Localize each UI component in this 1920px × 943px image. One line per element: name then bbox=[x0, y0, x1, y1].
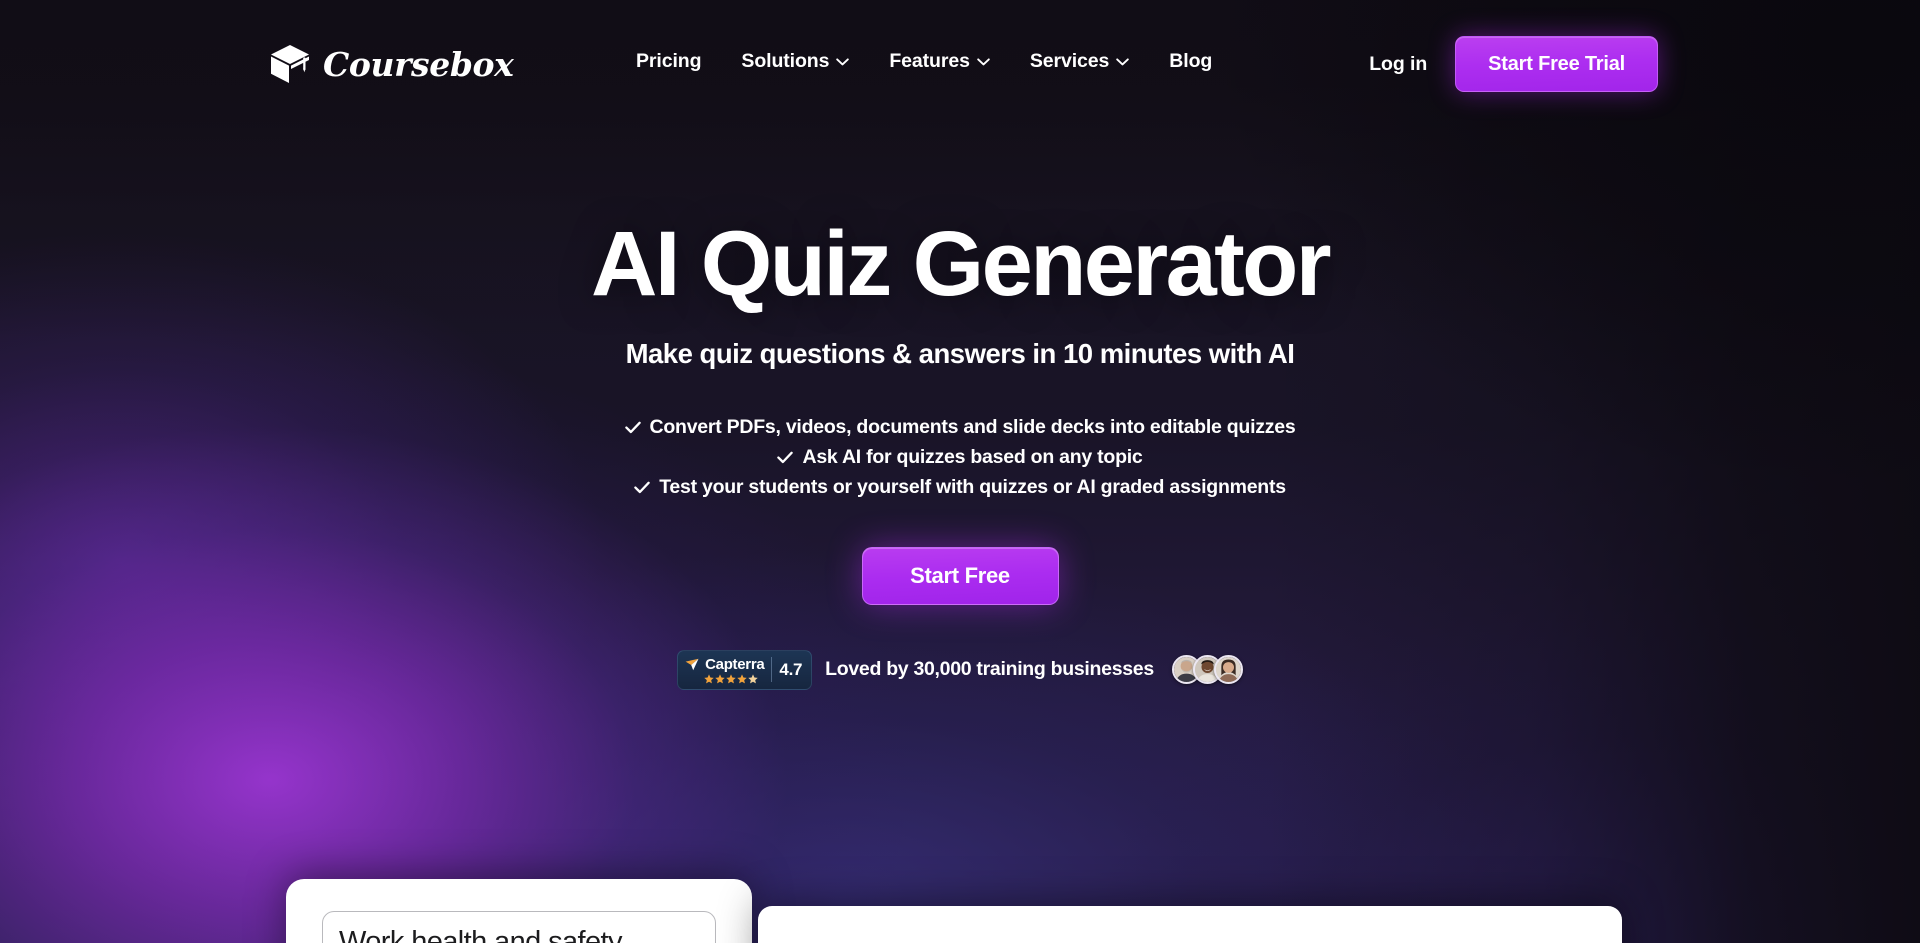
header-actions: Log in Start Free Trial bbox=[1341, 36, 1658, 92]
start-free-button[interactable]: Start Free bbox=[861, 546, 1059, 605]
check-icon bbox=[634, 481, 650, 494]
login-link[interactable]: Log in bbox=[1341, 53, 1455, 76]
topic-input[interactable]: Work health and safety bbox=[322, 911, 716, 943]
list-item: Test your students or yourself with quiz… bbox=[634, 476, 1286, 499]
logo-text: Coursebox bbox=[323, 44, 514, 84]
star-icon bbox=[748, 674, 758, 684]
star-icon bbox=[737, 674, 747, 684]
logo[interactable]: Coursebox bbox=[268, 42, 514, 86]
capterra-badge[interactable]: Capterra 4.7 bbox=[677, 649, 813, 690]
star-icon bbox=[704, 674, 714, 684]
avatar bbox=[1213, 655, 1243, 685]
nav-item-services[interactable]: Services bbox=[1010, 50, 1149, 73]
nav-item-label: Services bbox=[1029, 50, 1110, 72]
capterra-wordmark: Capterra bbox=[685, 655, 765, 673]
start-free-trial-button[interactable]: Start Free Trial bbox=[1455, 36, 1658, 92]
nav-item-pricing[interactable]: Pricing bbox=[616, 50, 721, 73]
list-item-label: Ask AI for quizzes based on any topic bbox=[802, 445, 1143, 468]
check-icon bbox=[624, 421, 641, 434]
nav-item-features[interactable]: Features bbox=[869, 50, 1010, 73]
page-title: AI Quiz Generator bbox=[591, 213, 1332, 315]
loved-by-text: Loved by 30,000 training businesses bbox=[825, 658, 1154, 681]
hero-subtitle: Make quiz questions & answers in 10 minu… bbox=[625, 337, 1295, 369]
nav-item-blog[interactable]: Blog bbox=[1149, 50, 1232, 73]
nav-item-label: Solutions bbox=[741, 50, 830, 72]
site-header: Coursebox Pricing Solutions Features Ser… bbox=[0, 0, 1920, 112]
topic-input-value: Work health and safety bbox=[339, 926, 622, 943]
quiz-topic-card: Work health and safety bbox=[286, 879, 752, 943]
nav-item-label: Blog bbox=[1169, 50, 1213, 72]
feature-bullet-list: Convert PDFs, videos, documents and slid… bbox=[624, 415, 1296, 499]
page-root: Coursebox Pricing Solutions Features Ser… bbox=[0, 0, 1920, 943]
list-item: Convert PDFs, videos, documents and slid… bbox=[624, 415, 1296, 439]
primary-nav: Pricing Solutions Features Services Blog bbox=[616, 50, 1232, 73]
star-icon bbox=[726, 674, 736, 684]
capterra-brand-label: Capterra bbox=[705, 655, 765, 673]
nav-item-solutions[interactable]: Solutions bbox=[721, 50, 869, 73]
quiz-preview-panel bbox=[758, 906, 1622, 943]
nav-item-label: Features bbox=[889, 50, 970, 72]
capterra-brand-block: Capterra bbox=[685, 655, 765, 684]
capterra-arrow-icon bbox=[685, 658, 702, 671]
chevron-down-icon bbox=[977, 57, 990, 66]
social-proof: Capterra 4.7 Loved by 30,000 training bu… bbox=[677, 649, 1243, 690]
capterra-divider bbox=[771, 657, 773, 683]
customer-avatar-group bbox=[1171, 655, 1243, 685]
chevron-down-icon bbox=[1116, 57, 1130, 66]
chevron-down-icon bbox=[836, 57, 850, 66]
check-icon bbox=[777, 451, 794, 464]
nav-item-label: Pricing bbox=[636, 50, 702, 72]
list-item: Ask AI for quizzes based on any topic bbox=[777, 445, 1143, 469]
capterra-score: 4.7 bbox=[779, 659, 803, 679]
capterra-star-rating bbox=[704, 674, 758, 684]
star-icon bbox=[715, 674, 725, 684]
cube-icon bbox=[268, 42, 312, 86]
list-item-label: Convert PDFs, videos, documents and slid… bbox=[649, 415, 1296, 438]
list-item-label: Test your students or yourself with quiz… bbox=[659, 475, 1286, 498]
